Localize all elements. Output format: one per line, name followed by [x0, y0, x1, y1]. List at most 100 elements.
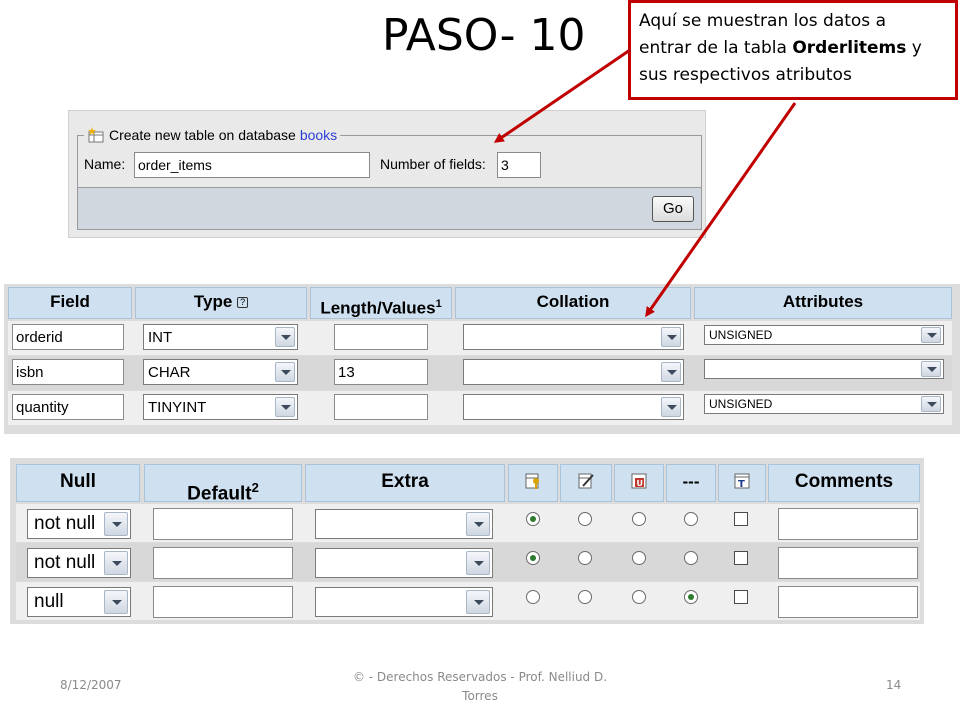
footnote-1: 1 — [435, 298, 442, 310]
chevron-down-icon — [275, 327, 295, 347]
chevron-down-icon — [921, 396, 941, 412]
null-select[interactable]: not null — [27, 509, 131, 539]
collation-select[interactable] — [463, 394, 684, 420]
copyright-line-1: © - Derechos Reservados - Prof. Nelliud … — [352, 670, 608, 684]
attributes-select[interactable]: UNSIGNED — [704, 394, 944, 414]
chevron-down-icon — [921, 361, 941, 377]
field-name-input[interactable]: orderid — [12, 324, 124, 350]
footnote-2: 2 — [251, 480, 259, 495]
header-fulltext: T — [718, 464, 766, 502]
header-field: Field — [8, 287, 132, 319]
table-name-input[interactable]: order_items — [134, 152, 370, 178]
index-radio[interactable] — [578, 590, 592, 604]
header-default: Default2 — [144, 464, 302, 505]
footer-date: 8/12/2007 — [60, 678, 122, 692]
field-name-input[interactable]: quantity — [12, 394, 124, 420]
type-value: INT — [148, 329, 173, 346]
database-link[interactable]: books — [300, 127, 337, 143]
callout-line-2: entrar de la tabla Orderlitems y — [639, 35, 947, 62]
fields-count-input[interactable]: 3 — [497, 152, 541, 178]
slide-title: PASO- 10 — [382, 10, 586, 61]
index-radio[interactable] — [578, 512, 592, 526]
primary-key-radio[interactable] — [526, 512, 540, 526]
callout-line-3: sus respectivos atributos — [639, 65, 852, 85]
fulltext-checkbox[interactable] — [734, 512, 748, 526]
collation-select[interactable] — [463, 359, 684, 385]
callout-table-name: Orderlitems — [792, 38, 907, 58]
comments-input[interactable] — [778, 508, 918, 540]
null-select[interactable]: not null — [27, 548, 131, 578]
index-icon — [578, 473, 594, 489]
null-value: not null — [34, 552, 96, 573]
no-index-radio[interactable] — [684, 551, 698, 565]
chevron-down-icon — [466, 590, 490, 614]
header-default-label: Default — [187, 483, 252, 505]
index-radio[interactable] — [578, 551, 592, 565]
no-index-radio[interactable] — [684, 590, 698, 604]
help-icon[interactable]: ? — [237, 297, 249, 309]
header-unique: U — [614, 464, 664, 502]
no-index-radio[interactable] — [684, 512, 698, 526]
unique-radio[interactable] — [632, 551, 646, 565]
header-null: Null — [16, 464, 140, 502]
unique-radio[interactable] — [632, 512, 646, 526]
unique-radio[interactable] — [632, 590, 646, 604]
null-value: null — [34, 591, 64, 612]
type-select[interactable]: CHAR — [143, 359, 298, 385]
extra-select[interactable] — [315, 509, 493, 539]
null-select[interactable]: null — [27, 587, 131, 617]
collation-select[interactable] — [463, 324, 684, 350]
attributes-select[interactable] — [704, 359, 944, 379]
primary-key-radio[interactable] — [526, 551, 540, 565]
length-input[interactable] — [334, 324, 428, 350]
chevron-down-icon — [104, 590, 128, 614]
footer-page-number: 14 — [886, 678, 902, 692]
null-value: not null — [34, 513, 96, 534]
header-collation: Collation — [455, 287, 691, 319]
footer-copyright: © - Derechos Reservados - Prof. Nelliud … — [320, 668, 640, 706]
default-input[interactable] — [153, 508, 293, 540]
chevron-down-icon — [275, 397, 295, 417]
chevron-down-icon — [104, 551, 128, 575]
attributes-value: UNSIGNED — [709, 397, 773, 411]
default-input[interactable] — [153, 586, 293, 618]
default-input[interactable] — [153, 547, 293, 579]
legend-text: Create new table on database — [109, 127, 296, 143]
chevron-down-icon — [921, 327, 941, 343]
go-button[interactable]: Go — [652, 196, 694, 222]
header-no-index: --- — [666, 464, 716, 502]
length-input[interactable]: 13 — [334, 359, 428, 385]
attributes-select[interactable]: UNSIGNED — [704, 325, 944, 345]
type-select[interactable]: INT — [143, 324, 298, 350]
type-select[interactable]: TINYINT — [143, 394, 298, 420]
type-value: CHAR — [148, 364, 191, 381]
primary-key-radio[interactable] — [526, 590, 540, 604]
header-index — [560, 464, 612, 502]
header-attributes: Attributes — [694, 287, 952, 319]
extra-select[interactable] — [315, 587, 493, 617]
fields-count-label: Number of fields: — [380, 156, 486, 172]
annotation-callout: Aquí se muestran los datos a entrar de l… — [628, 0, 958, 100]
extra-select[interactable] — [315, 548, 493, 578]
callout-line-1: Aquí se muestran los datos a — [639, 11, 886, 31]
length-input[interactable] — [334, 394, 428, 420]
header-extra: Extra — [305, 464, 505, 502]
field-name-input[interactable]: isbn — [12, 359, 124, 385]
header-type: Type ? — [135, 287, 307, 319]
fulltext-checkbox[interactable] — [734, 590, 748, 604]
chevron-down-icon — [661, 362, 681, 382]
fulltext-checkbox[interactable] — [734, 551, 748, 565]
copyright-line-2: Torres — [462, 689, 498, 703]
callout-text: entrar de la tabla — [639, 38, 793, 58]
unique-icon: U — [631, 473, 647, 489]
chevron-down-icon — [466, 551, 490, 575]
svg-text:U: U — [637, 479, 644, 488]
comments-input[interactable] — [778, 547, 918, 579]
type-value: TINYINT — [148, 399, 207, 416]
fulltext-icon: T — [734, 473, 750, 490]
chevron-down-icon — [661, 327, 681, 347]
name-label: Name: — [84, 156, 126, 172]
create-table-footer — [77, 187, 702, 230]
comments-input[interactable] — [778, 586, 918, 618]
header-length: Length/Values1 — [310, 287, 452, 319]
